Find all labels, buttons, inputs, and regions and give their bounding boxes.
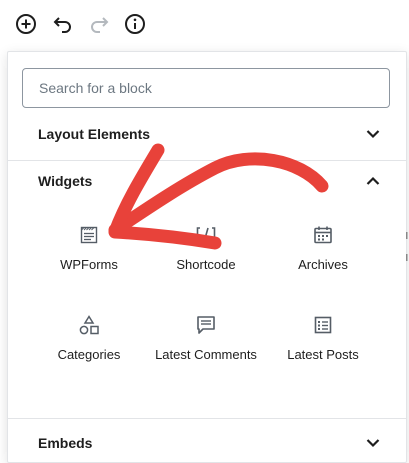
add-block-button[interactable] [14, 12, 38, 36]
chevron-down-icon [366, 130, 380, 139]
plus-circle-icon [16, 14, 36, 34]
block-latest-posts[interactable]: Latest Posts [263, 313, 383, 393]
panel-layout-elements[interactable]: Layout Elements [8, 108, 406, 160]
block-label: Latest Posts [287, 347, 359, 362]
categories-icon [77, 313, 101, 337]
block-label: WPForms [60, 257, 118, 272]
background-text-fragment [403, 231, 409, 241]
search-wrapper [22, 68, 390, 108]
undo-button[interactable] [51, 12, 75, 36]
block-archives[interactable]: Archives [263, 223, 383, 303]
block-shortcode[interactable]: Shortcode [146, 223, 266, 303]
block-info-button[interactable] [123, 12, 147, 36]
chevron-up-icon [366, 176, 380, 185]
panel-title-widgets: Widgets [38, 173, 93, 189]
undo-icon [53, 17, 71, 33]
comment-icon [194, 313, 218, 337]
block-label: Shortcode [176, 257, 236, 272]
chevron-down-icon [366, 439, 380, 448]
calendar-icon [311, 223, 335, 247]
info-icon [125, 14, 145, 34]
block-latest-comments[interactable]: Latest Comments [146, 313, 266, 393]
panel-title-layout: Layout Elements [38, 126, 151, 142]
block-wpforms[interactable]: WPForms [29, 223, 149, 303]
panel-embeds[interactable]: Embeds [8, 417, 406, 462]
panel-widgets[interactable]: Widgets [8, 155, 406, 207]
list-icon [311, 313, 335, 337]
block-label: Archives [298, 257, 348, 272]
wpforms-icon [77, 223, 101, 247]
block-categories[interactable]: Categories [29, 313, 149, 393]
redo-button[interactable] [87, 12, 111, 36]
block-label: Categories [57, 347, 121, 362]
block-label: Latest Comments [155, 347, 257, 362]
block-inserter-popover: Layout Elements Widgets WPForms [7, 51, 407, 463]
editor-toolbar [0, 0, 409, 50]
redo-icon [91, 17, 109, 33]
panel-title-embeds: Embeds [38, 435, 93, 451]
block-search-input[interactable] [22, 68, 390, 108]
shortcode-icon [194, 223, 218, 247]
background-text-fragment [403, 253, 409, 263]
